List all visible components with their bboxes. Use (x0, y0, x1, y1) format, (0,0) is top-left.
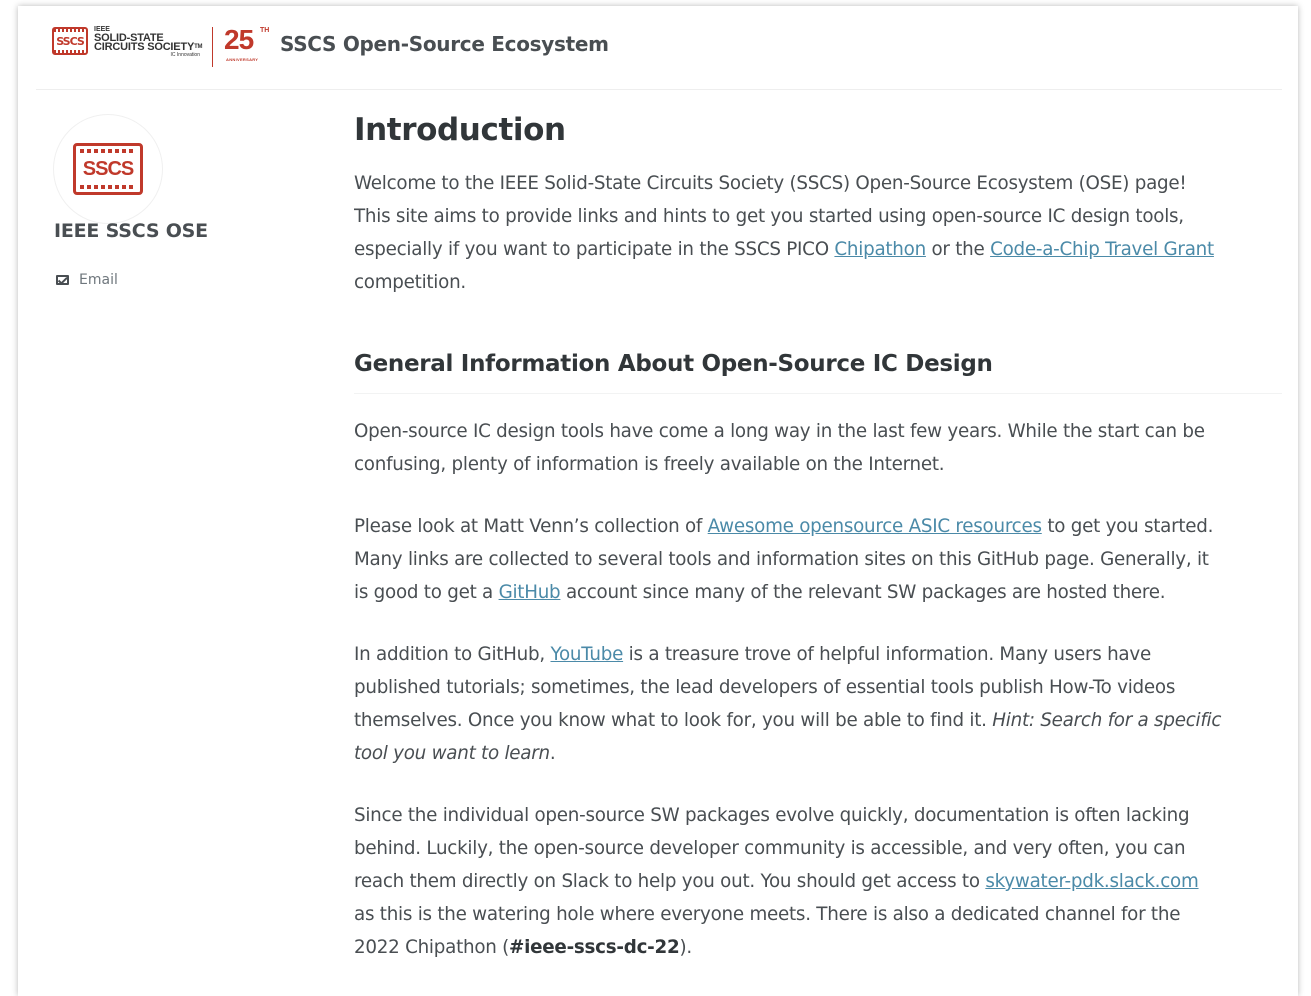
trademark-mark: TM (194, 44, 203, 50)
p3-line-1-post: is a treasure trove of helpful informati… (623, 644, 1152, 665)
intro-line-3: especially if you want to participate in… (354, 233, 1282, 266)
intro-line-1: Welcome to the IEEE Solid-State Circuits… (354, 173, 1187, 194)
intro-line-2: This site aims to provide links and hint… (354, 206, 1184, 227)
p3-line-1-pre: In addition to GitHub, (354, 644, 551, 665)
email-link[interactable]: Email (56, 272, 118, 288)
p3-line-1: In addition to GitHub, YouTube is a trea… (354, 638, 1282, 671)
p4-line-1: Since the individual open-source SW pack… (354, 805, 1190, 826)
paragraph-1: Open-source IC design tools have come a … (354, 415, 1282, 481)
intro-paragraph: Welcome to the IEEE Solid-State Circuits… (354, 167, 1282, 299)
email-label: Email (79, 272, 118, 288)
slack-channel-name: #ieee-sscs-dc-22 (509, 937, 680, 958)
section-title: General Information About Open-Source IC… (354, 351, 1282, 394)
p3-line-3: themselves. Once you know what to look f… (354, 704, 1282, 737)
society-wordmark: IEEE SOLID-STATE CIRCUITS SOCIETYTM IC I… (94, 25, 214, 59)
youtube-link[interactable]: YouTube (551, 644, 624, 665)
masthead: SSCS IEEE SOLID-STATE CIRCUITS SOCIETYTM… (36, 14, 1282, 90)
society-line2-wrap: CIRCUITS SOCIETYTM (94, 42, 214, 53)
github-link[interactable]: GitHub (499, 582, 561, 603)
hint-text-part-1: Hint: Search for a specific (992, 710, 1222, 731)
p4-line-3-pre: reach them directly on Slack to help you… (354, 871, 986, 892)
society-tagline-text: IC Innovation (170, 52, 200, 58)
slack-link[interactable]: skywater-pdk.slack.com (985, 871, 1198, 892)
logo-divider (212, 27, 213, 67)
p4-line-4: as this is the watering hole where every… (354, 904, 1181, 925)
p3-line-3-pre: themselves. Once you know what to look f… (354, 710, 993, 731)
p4-line-2: behind. Luckily, the open-source develop… (354, 838, 1186, 859)
anniversary-logo: 25 TH ANNIVERSARY (224, 24, 269, 63)
sscs-logo-icon: SSCS (52, 27, 88, 55)
p2-line-1-post: to get you started. (1041, 516, 1214, 537)
p2-line-3-post: account since many of the relevant SW pa… (560, 582, 1166, 603)
envelope-icon (56, 275, 69, 285)
author-avatar: SSCS (53, 114, 163, 224)
p3-line-2: published tutorials; sometimes, the lead… (354, 677, 1176, 698)
code-a-chip-link[interactable]: Code-a-Chip Travel Grant (990, 239, 1214, 260)
p4-line-3: reach them directly on Slack to help you… (354, 865, 1282, 898)
p3-line-4-post: . (549, 743, 556, 764)
sscs-avatar-icon: SSCS (73, 143, 143, 195)
site-title-link[interactable]: SSCS Open-Source Ecosystem (280, 32, 609, 56)
p4-line-5-pre: 2022 Chipathon ( (354, 937, 510, 958)
p1-line-1: Open-source IC design tools have come a … (354, 421, 1205, 442)
p2-line-3: is good to get a GitHub account since ma… (354, 576, 1282, 609)
p4-line-5: 2022 Chipathon (#ieee-sscs-dc-22). (354, 931, 1282, 964)
p2-line-3-pre: is good to get a (354, 582, 499, 603)
p3-line-4: tool you want to learn. (354, 737, 1282, 770)
p2-line-1: Please look at Matt Venn’s collection of… (354, 510, 1282, 543)
author-name: IEEE SSCS OSE (54, 220, 208, 242)
page-title: Introduction (354, 112, 566, 148)
intro-line-4: competition. (354, 272, 466, 293)
p2-line-2: Many links are collected to several tool… (354, 549, 1209, 570)
chipathon-link[interactable]: Chipathon (834, 239, 926, 260)
hint-text-part-2: tool you want to learn (354, 743, 550, 764)
awesome-asic-link[interactable]: Awesome opensource ASIC resources (708, 516, 1042, 537)
anniversary-number: 25 (224, 24, 254, 55)
paragraph-3: In addition to GitHub, YouTube is a trea… (354, 638, 1282, 770)
p4-line-5-post: ). (679, 937, 692, 958)
p1-line-2: confusing, plenty of information is free… (354, 454, 945, 475)
paragraph-2: Please look at Matt Venn’s collection of… (354, 510, 1282, 609)
p2-line-1-pre: Please look at Matt Venn’s collection of (354, 516, 708, 537)
anniversary-suffix: TH (260, 27, 270, 34)
anniversary-label: ANNIVERSARY (226, 57, 259, 62)
intro-line-3-mid: or the (925, 239, 991, 260)
paragraph-4: Since the individual open-source SW pack… (354, 799, 1282, 964)
intro-line-3-pre: especially if you want to participate in… (354, 239, 835, 260)
